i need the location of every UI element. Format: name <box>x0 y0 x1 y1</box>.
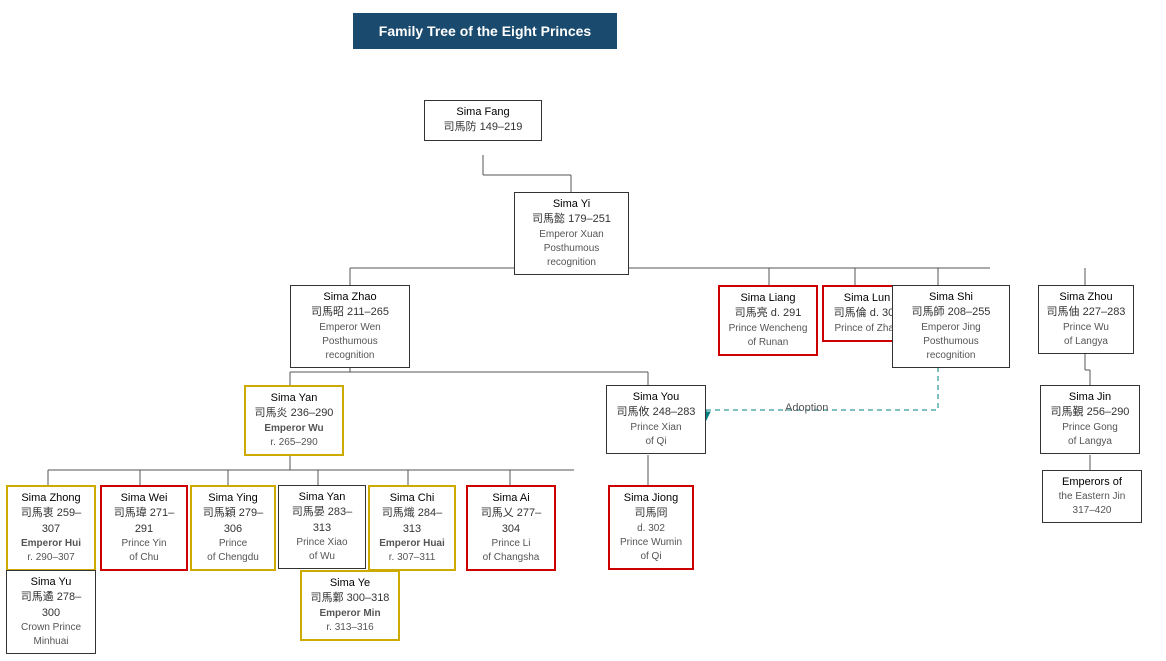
node-sima-liang: Sima Liang 司馬亮 d. 291 Prince Wencheng of… <box>718 285 818 356</box>
node-eastern-jin: Emperors of the Eastern Jin 317–420 <box>1042 470 1142 523</box>
node-sima-fang: Sima Fang 司馬防 149–219 <box>424 100 542 141</box>
node-sima-yan2: Sima Yan 司馬晏 283–313 Prince Xiao of Wu <box>278 485 366 569</box>
node-sima-chi: Sima Chi 司馬熾 284–313 Emperor Huai r. 307… <box>368 485 456 571</box>
node-sima-zhong: Sima Zhong 司馬衷 259–307 Emperor Hui r. 29… <box>6 485 96 571</box>
node-sima-shi: Sima Shi 司馬師 208–255 Emperor Jing Posthu… <box>892 285 1010 368</box>
node-sima-jin: Sima Jin 司馬覲 256–290 Prince Gong of Lang… <box>1040 385 1140 454</box>
node-sima-yi: Sima Yi 司馬懿 179–251 Emperor Xuan Posthum… <box>514 192 629 275</box>
node-sima-ying: Sima Ying 司馬穎 279–306 Prince of Chengdu <box>190 485 276 571</box>
node-sima-you: Sima You 司馬攸 248–283 Prince Xian of Qi <box>606 385 706 454</box>
node-sima-zhao: Sima Zhao 司馬昭 211–265 Emperor Wen Posthu… <box>290 285 410 368</box>
adoption-label: Adoption <box>785 402 828 414</box>
node-sima-wei: Sima Wei 司馬瑋 271–291 Prince Yin of Chu <box>100 485 188 571</box>
node-sima-jiong: Sima Jiong 司馬冏 d. 302 Prince Wumin of Qi <box>608 485 694 570</box>
node-sima-ye: Sima Ye 司馬鄴 300–318 Emperor Min r. 313–3… <box>300 570 400 641</box>
node-sima-zhou: Sima Zhou 司馬伷 227–283 Prince Wu of Langy… <box>1038 285 1134 354</box>
node-sima-yan: Sima Yan 司馬炎 236–290 Emperor Wu r. 265–2… <box>244 385 344 456</box>
node-sima-ai: Sima Ai 司馬乂 277–304 Prince Li of Changsh… <box>466 485 556 571</box>
tree-container: Family Tree of the Eight Princes Sima Fa… <box>0 0 1166 661</box>
page-title: Family Tree of the Eight Princes <box>353 13 617 49</box>
node-sima-yu: Sima Yu 司馬遹 278–300 Crown Prince Minhuai <box>6 570 96 654</box>
